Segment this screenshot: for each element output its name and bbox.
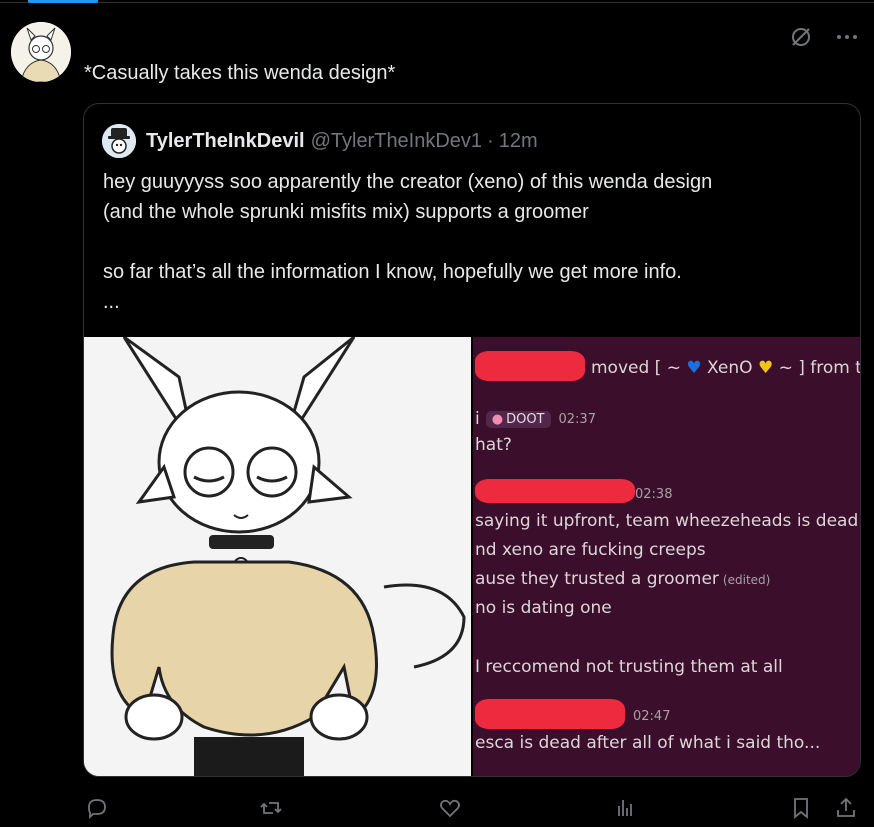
system-message: moved [ ~ ♥ XenO ♥ ~ ] from the [591, 358, 860, 378]
post-action-bar [84, 795, 862, 823]
skull-icon: ● [491, 411, 504, 427]
message-2-time: 02:38 [635, 487, 673, 502]
views-icon[interactable] [612, 795, 638, 821]
avatar[interactable] [11, 22, 71, 82]
message-2-line: nd xeno are fucking creeps [475, 540, 706, 560]
media-image-character[interactable] [84, 337, 471, 776]
quoted-post[interactable]: TylerTheInkDevil @TylerTheInkDev1 · 12m … [83, 103, 861, 777]
like-icon[interactable] [437, 795, 463, 821]
bookmark-icon[interactable] [788, 795, 814, 821]
redaction-mark [475, 699, 625, 729]
avatar-drawing [11, 22, 71, 82]
message-2-line: no is dating one [475, 598, 612, 618]
more-icon[interactable] [834, 24, 860, 50]
character-illustration [84, 337, 471, 776]
message-2-line-edited: ause they trusted a groomer (edited) [475, 569, 770, 589]
quoted-handle[interactable]: @TylerTheInkDev1 [311, 130, 482, 153]
system-text-b: ~ ] from the [778, 358, 860, 378]
message-3-text: esca is dead after all of what i said th… [475, 733, 821, 753]
separator-dot: · [487, 129, 494, 152]
quoted-post-header: TylerTheInkDevil @TylerTheInkDev1 · 12m [102, 124, 538, 158]
media-image-chat-screenshot[interactable]: moved [ ~ ♥ XenO ♥ ~ ] from the i ● DOOT… [473, 337, 860, 776]
edited-tag: (edited) [722, 573, 771, 587]
message-3-time: 02:47 [633, 709, 671, 724]
message-2-line: I reccomend not trusting them at all [475, 657, 783, 677]
quoted-line: so far that’s all the information I know… [103, 261, 682, 283]
grok-icon[interactable] [788, 24, 814, 50]
role-badge: ● DOOT [485, 410, 551, 428]
quoted-line: (and the whole sprunki misfits mix) supp… [103, 201, 589, 223]
yellow-heart-icon: ♥ [757, 358, 774, 378]
quoted-line: hey guuyyyss soo apparently the creator … [103, 171, 713, 193]
top-divider [0, 0, 874, 3]
blue-heart-icon: ♥ [686, 358, 702, 378]
system-username: XenO [707, 358, 753, 378]
system-text-a: moved [ ~ [591, 358, 681, 378]
post-top-actions [788, 24, 860, 50]
message-1-name: i [475, 409, 480, 429]
post-text: *Casually takes this wenda design* [84, 62, 396, 84]
role-badge-label: DOOT [506, 411, 545, 427]
message-2-line: saying it upfront, team wheezeheads is d… [475, 511, 859, 531]
share-icon[interactable] [833, 795, 859, 821]
quoted-body: hey guuyyyss soo apparently the creator … [103, 167, 843, 317]
quoted-avatar[interactable] [102, 124, 136, 158]
message-1-text: hat? [475, 435, 512, 455]
redaction-mark [475, 479, 635, 503]
message-1-header: i ● DOOT 02:37 [475, 409, 596, 429]
reply-icon[interactable] [84, 795, 110, 821]
active-tab-indicator [28, 0, 98, 3]
redaction-mark [475, 351, 585, 381]
quoted-timestamp[interactable]: 12m [499, 130, 538, 153]
message-2-line: ause they trusted a groomer [475, 569, 719, 589]
quoted-ellipsis: ... [103, 291, 120, 313]
message-1-time: 02:37 [558, 411, 596, 427]
quoted-display-name[interactable]: TylerTheInkDevil [146, 130, 305, 153]
repost-icon[interactable] [258, 795, 284, 821]
